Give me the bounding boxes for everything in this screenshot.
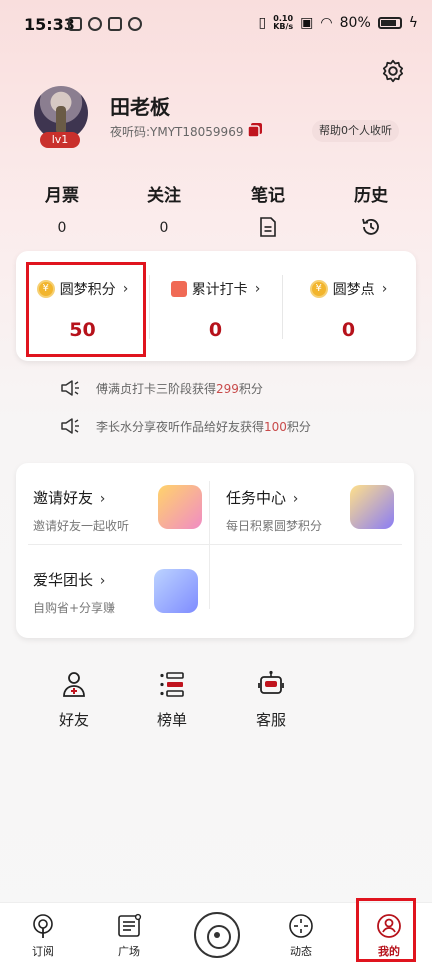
notification-icons — [68, 17, 142, 31]
tool-label: 榜单 — [156, 711, 187, 729]
charging-icon: ϟ — [408, 15, 418, 31]
stat-value: 0 — [57, 220, 67, 236]
points-value: 0 — [341, 319, 356, 341]
chevron-right-icon: › — [99, 573, 106, 589]
points-label: 累计打卡 — [191, 282, 248, 298]
nav-label: 订阅 — [32, 945, 54, 958]
service-task-center[interactable]: 任务中心 › 每日积累圆梦积分 — [226, 487, 322, 534]
sparkle-icon — [289, 914, 313, 938]
stat-follow[interactable]: 关注 0 — [124, 181, 204, 236]
divider — [209, 481, 210, 609]
tool-ranking[interactable]: 榜单 — [142, 670, 202, 730]
vibrate-icon: ▯ — [258, 15, 267, 31]
tool-label: 好友 — [58, 711, 89, 729]
task-list-illustration-icon — [350, 485, 394, 529]
history-icon — [362, 218, 379, 235]
podcast-icon — [33, 914, 53, 938]
nav-label: 广场 — [118, 945, 140, 958]
divider — [28, 544, 402, 545]
robot-icon — [258, 670, 284, 694]
note-icon — [260, 217, 276, 237]
highlight-box — [356, 898, 416, 962]
points-label: 圆梦点 — [332, 282, 375, 298]
service-title: 任务中心 — [226, 489, 287, 507]
app-notification-icon — [68, 17, 82, 31]
service-invite-friends[interactable]: 邀请好友 › 邀请好友一起收听 — [33, 487, 129, 534]
friend-icon — [63, 672, 85, 697]
services-card: 邀请好友 › 邀请好友一起收听 任务中心 › 每日积累圆梦积分 爱华团长 › 自… — [16, 463, 414, 638]
nav-subscribe[interactable]: 订阅 — [13, 909, 73, 959]
service-subtitle: 自购省+分享赚 — [33, 601, 116, 615]
stat-label: 月票 — [45, 186, 79, 206]
chevron-right-icon: › — [292, 491, 299, 507]
fan-icon — [128, 17, 142, 31]
tool-customer-service[interactable]: 客服 — [241, 670, 301, 730]
level-badge: lv1 — [40, 132, 80, 148]
service-title: 爱华团长 — [33, 571, 94, 589]
service-subtitle: 邀请好友一起收听 — [33, 519, 130, 533]
service-title: 邀请好友 — [33, 489, 94, 507]
stat-history[interactable]: 历史 — [331, 181, 411, 238]
stat-label: 关注 — [147, 186, 181, 206]
network-speed: 0.10 KB/s — [273, 14, 294, 31]
stat-label: 历史 — [354, 186, 388, 206]
battery-icon — [377, 17, 402, 29]
nav-square[interactable]: 广场 — [99, 909, 159, 959]
settings-gear-icon[interactable] — [380, 58, 406, 84]
points-dream-points[interactable]: ¥ 圆梦点 › 0 — [282, 251, 415, 361]
speaker-icon — [61, 380, 79, 396]
stat-monthly-ticket[interactable]: 月票 0 — [22, 181, 102, 236]
sim-icon: ▣ — [300, 15, 314, 31]
status-bar: 15:33 ▯ 0.10 KB/s ▣ ◠ 80% ϟ — [0, 0, 432, 52]
calendar-icon — [170, 281, 187, 297]
notice-text: 傅满贞打卡三阶段获得299积分 — [96, 381, 263, 396]
nav-activity[interactable]: 动态 — [271, 909, 331, 959]
tool-friends[interactable]: 好友 — [44, 670, 104, 730]
user-name: 田老板 — [110, 95, 170, 119]
user-id: 夜听码:YMYT18059969 — [110, 125, 244, 139]
tiktok-icon — [108, 17, 122, 31]
points-value: 0 — [208, 319, 223, 341]
battery-percent: 80% — [339, 15, 371, 31]
player-disc-button[interactable] — [194, 912, 240, 958]
stat-value: 0 — [159, 220, 169, 236]
help-count-pill[interactable]: 帮助0个人收听 — [312, 120, 399, 142]
chevron-right-icon: › — [254, 281, 261, 297]
notice-text: 李长水分享夜听作品给好友获得100积分 — [96, 419, 311, 434]
ranking-list-icon — [160, 672, 184, 697]
gift-box-illustration-icon — [154, 569, 198, 613]
highlight-box — [26, 262, 146, 357]
stat-label: 笔记 — [251, 186, 285, 206]
tool-label: 客服 — [255, 711, 286, 729]
notice-item: 李长水分享夜听作品给好友获得100积分 — [60, 414, 311, 438]
service-team-leader[interactable]: 爱华团长 › 自购省+分享赚 — [33, 569, 115, 616]
chevron-right-icon: › — [99, 491, 106, 507]
chevron-right-icon: › — [381, 281, 388, 297]
headphones-illustration-icon — [158, 485, 202, 529]
points-checkin[interactable]: 累计打卡 › 0 — [149, 251, 282, 361]
stat-notes[interactable]: 笔记 — [228, 181, 308, 238]
service-subtitle: 每日积累圆梦积分 — [226, 519, 323, 533]
app-notification-icon — [88, 17, 102, 31]
copy-icon[interactable] — [246, 121, 264, 139]
status-right: ▯ 0.10 KB/s ▣ ◠ 80% ϟ — [258, 14, 418, 32]
coin-icon: ¥ — [309, 280, 328, 298]
speaker-icon — [61, 418, 79, 434]
notice-item: 傅满贞打卡三阶段获得299积分 — [60, 376, 263, 400]
nav-label: 动态 — [290, 945, 312, 958]
wifi-icon: ◠ — [320, 15, 333, 31]
feed-icon — [118, 913, 142, 937]
